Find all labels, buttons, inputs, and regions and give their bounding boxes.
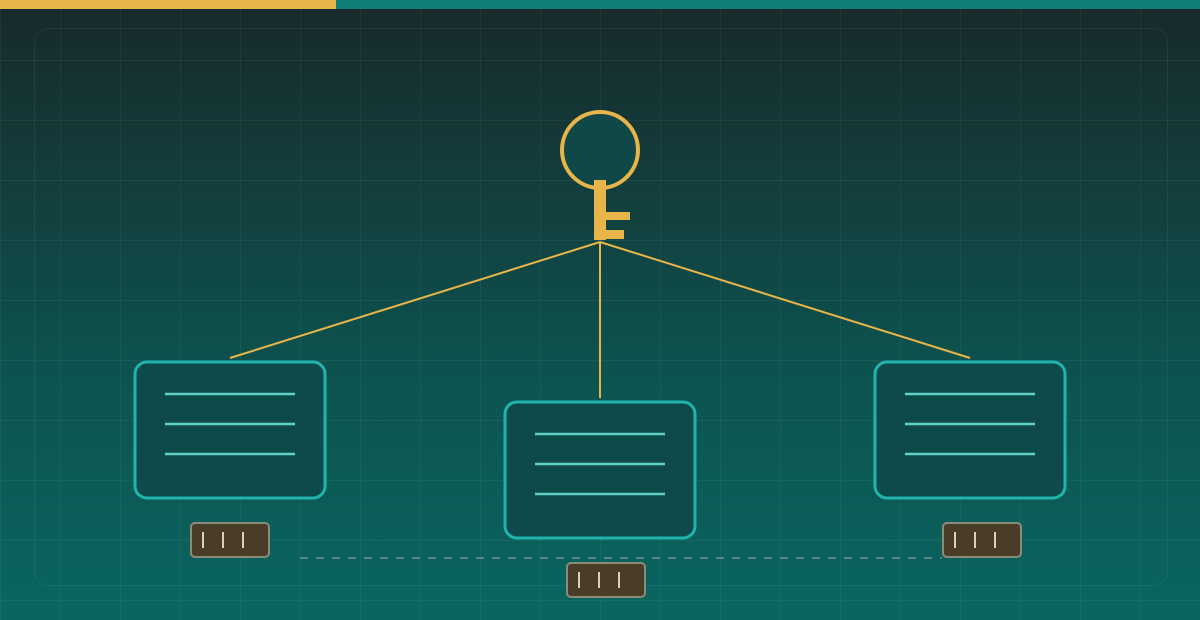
connector-left <box>229 241 601 359</box>
badge-right <box>942 522 1022 558</box>
connector-lines <box>229 241 971 398</box>
badge-left <box>190 522 270 558</box>
key-icon <box>560 110 640 240</box>
diagram-svg <box>133 110 1067 598</box>
document-left <box>133 360 327 500</box>
diagram-canvas <box>0 0 1200 620</box>
document-center <box>503 400 697 540</box>
document-right <box>873 360 1067 500</box>
badge-center <box>566 562 646 598</box>
connector-right <box>599 241 971 359</box>
